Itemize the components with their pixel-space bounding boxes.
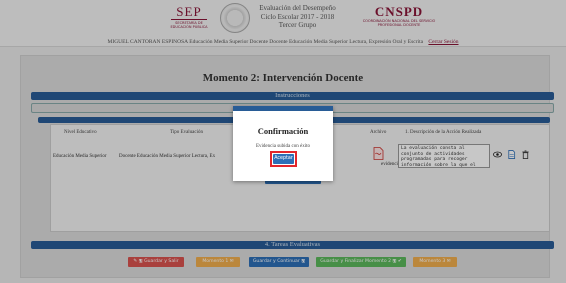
accept-button-highlight: Aceptar bbox=[270, 151, 297, 167]
modal-message: Evidencia subida con éxito bbox=[255, 144, 310, 149]
modal-title: Confirmación bbox=[257, 126, 309, 136]
accept-button[interactable]: Aceptar bbox=[273, 154, 294, 164]
confirmation-modal: Confirmación Evidencia subida con éxito … bbox=[233, 106, 333, 181]
